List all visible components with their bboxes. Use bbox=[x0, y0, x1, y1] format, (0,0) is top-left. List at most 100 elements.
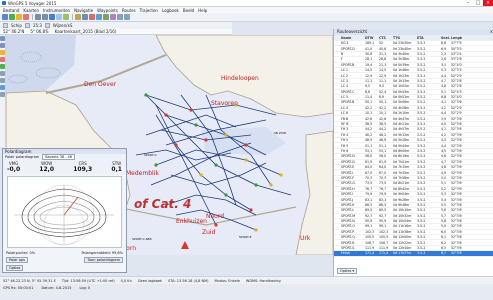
table-cell: FH 4 bbox=[341, 132, 349, 137]
table-cell: SPORT-B bbox=[341, 100, 355, 105]
waypoint-label[interactable]: SPORT-C bbox=[144, 153, 157, 157]
table-row[interactable]: Finish 171,4 171,4 0d 17h37m 3-5-2 6,7 52°3'6" bbox=[334, 251, 493, 257]
menu-kaarten[interactable]: Kaarten bbox=[23, 8, 39, 13]
table-cell: SPORT-S bbox=[341, 246, 355, 251]
menu-navigatie[interactable]: Navigatie bbox=[74, 8, 93, 13]
table-cell: 0d 3h38m bbox=[393, 57, 410, 62]
erase-tool-icon[interactable] bbox=[0, 92, 5, 97]
table-cell: 6,7 bbox=[441, 251, 447, 256]
polar-select[interactable]: Bavaria 38 - 46 bbox=[42, 154, 76, 160]
tide-icon[interactable] bbox=[103, 14, 109, 20]
close-icon[interactable]: × bbox=[490, 29, 493, 35]
minimize-button[interactable]: – bbox=[463, 0, 473, 6]
gps-icon[interactable] bbox=[9, 14, 15, 20]
close-button[interactable]: × bbox=[483, 0, 493, 6]
column-header[interactable]: CTS bbox=[378, 36, 392, 40]
secondary-toolbar: Schip 25:3 Wijzen/xS bbox=[0, 22, 232, 29]
menu-routes[interactable]: Routes bbox=[122, 8, 136, 13]
chart-icon[interactable] bbox=[49, 14, 55, 20]
ais-icon[interactable] bbox=[110, 14, 116, 20]
menu-waypoints[interactable]: Waypoints bbox=[97, 8, 118, 13]
table-cell: 3-5-2 bbox=[417, 208, 426, 213]
route-icon[interactable] bbox=[16, 14, 22, 20]
table-cell: 0d 4h28m bbox=[393, 105, 410, 110]
table-cell: SPORT-G bbox=[341, 181, 355, 186]
mark-tool-icon[interactable] bbox=[0, 78, 5, 83]
pan-tool-icon[interactable] bbox=[0, 43, 5, 48]
table-cell: SPORT-D bbox=[341, 46, 355, 51]
table-cell: 3-5-2 bbox=[417, 143, 426, 148]
speed-label[interactable]: Wijzen/xS bbox=[53, 23, 72, 28]
panel-title: Routeoverzicht bbox=[337, 29, 368, 34]
zoom-icon[interactable] bbox=[24, 23, 30, 28]
measure-tool-icon[interactable] bbox=[0, 64, 5, 69]
column-header[interactable]: ETA bbox=[416, 36, 440, 40]
menu-help[interactable]: Help bbox=[198, 8, 207, 13]
waypoint-label[interactable]: SPORT-E bbox=[239, 235, 251, 239]
column-header[interactable]: Naam bbox=[340, 36, 364, 40]
maximize-button[interactable]: □ bbox=[473, 0, 483, 6]
polar-options-button[interactable]: Opties bbox=[6, 265, 24, 271]
table-cell: 10,1 bbox=[365, 111, 373, 116]
show-polar-button[interactable]: Toon polardiagram bbox=[84, 257, 123, 263]
table-cell: 6,6 bbox=[365, 89, 371, 94]
column-header[interactable]: TTG bbox=[392, 36, 416, 40]
table-cell: 105,5 bbox=[379, 235, 389, 240]
table-cell: FH 5 bbox=[341, 143, 349, 148]
settings-icon[interactable] bbox=[124, 14, 130, 20]
layers-icon[interactable] bbox=[82, 14, 88, 20]
table-cell: 4,0 bbox=[441, 122, 447, 127]
select-tool-icon[interactable] bbox=[0, 36, 5, 41]
speed-icon[interactable] bbox=[44, 23, 50, 28]
menu-instrumenten[interactable]: Instrumenten bbox=[43, 8, 70, 13]
column-header[interactable]: Snel. bbox=[440, 36, 450, 40]
table-cell: 52°3'6" bbox=[451, 246, 462, 251]
zoom-in-icon[interactable] bbox=[35, 14, 41, 20]
table-cell: 44,2 bbox=[365, 127, 373, 132]
polar-ops-button[interactable]: Polar ops bbox=[6, 257, 28, 263]
cursor-lat: 52° 46.2'N bbox=[3, 29, 25, 34]
table-cell: LC 6 bbox=[341, 111, 349, 116]
table-cell: 0d 1h46m bbox=[393, 68, 410, 73]
table-cell: 108,7 bbox=[365, 240, 375, 245]
table-cell: 3-5-2 bbox=[417, 159, 426, 164]
menu-beeld[interactable]: Beeld bbox=[183, 8, 194, 13]
area-tool-icon[interactable] bbox=[0, 85, 5, 90]
zoom-out-icon[interactable] bbox=[42, 14, 48, 20]
table-cell: 3-5-2 bbox=[417, 51, 426, 56]
route-tool-icon[interactable] bbox=[0, 57, 5, 62]
vessel-label[interactable]: Schip bbox=[11, 23, 22, 28]
waypoint-label[interactable]: SB ZUID bbox=[274, 131, 286, 135]
waypoint-icon[interactable] bbox=[23, 14, 29, 20]
table-cell: 0d 0h51m bbox=[393, 95, 410, 100]
menu-bestand[interactable]: Bestand bbox=[3, 8, 19, 13]
table-cell: 52°3'6" bbox=[451, 235, 462, 240]
zoom-label[interactable]: 25:3 bbox=[33, 23, 42, 28]
menu-trajecten[interactable]: Trajecten bbox=[140, 8, 158, 13]
text-tool-icon[interactable] bbox=[0, 71, 5, 76]
waypoint-label[interactable]: SPORT-C-NEK bbox=[132, 237, 152, 241]
track-icon[interactable] bbox=[63, 14, 69, 20]
vessel-icon[interactable] bbox=[3, 23, 8, 28]
open-icon[interactable] bbox=[2, 14, 8, 20]
panel-options-button[interactable]: Opties ▾ bbox=[337, 268, 358, 274]
table-cell: 2,6 bbox=[441, 57, 447, 62]
north-up-icon[interactable] bbox=[56, 14, 62, 20]
table-cell: 50,1 bbox=[379, 100, 387, 105]
table-cell: 3-5-2 bbox=[417, 84, 426, 89]
column-header[interactable]: Lengte bbox=[450, 36, 462, 40]
table-cell: 3-5-2 bbox=[417, 127, 426, 132]
table-cell: SPORT-H bbox=[341, 186, 355, 191]
polar-diagram[interactable] bbox=[7, 176, 122, 248]
weather-icon[interactable] bbox=[96, 14, 102, 20]
column-header[interactable]: DTW bbox=[364, 36, 378, 40]
print-icon[interactable] bbox=[117, 14, 123, 20]
waypoint-tool-icon[interactable] bbox=[0, 50, 5, 55]
table-cell: 3-5-2 bbox=[417, 111, 426, 116]
table-cell: Finish bbox=[341, 251, 351, 256]
table-cell: 3-5-2 bbox=[417, 251, 426, 256]
ruler-icon[interactable] bbox=[75, 14, 81, 20]
menu-logboek[interactable]: Logboek bbox=[162, 8, 179, 13]
mob-icon[interactable] bbox=[89, 14, 95, 20]
panel-status-left: STA: 13.56 18 (4,8 NM) bbox=[168, 278, 209, 283]
